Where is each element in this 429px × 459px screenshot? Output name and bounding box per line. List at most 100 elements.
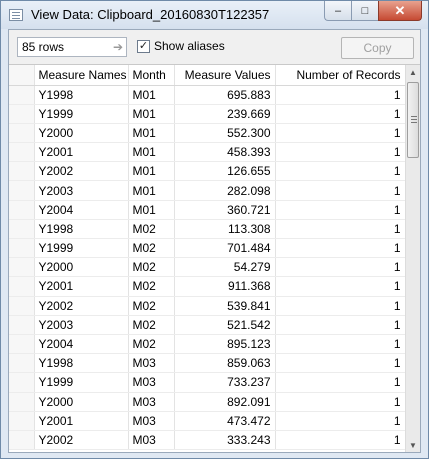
- title-bar[interactable]: View Data: Clipboard_20160830T122357 – □…: [1, 1, 428, 29]
- cell-measure-name: Y2002: [34, 161, 129, 182]
- row-selector[interactable]: [9, 411, 35, 431]
- column-header-month[interactable]: Month: [128, 65, 175, 86]
- cell-measure-value: 552.300: [174, 123, 276, 144]
- table-row[interactable]: Y2000 M03 892.091 1: [9, 392, 406, 412]
- header-row: Measure Names Month Measure Values Numbe…: [9, 65, 406, 86]
- table-row[interactable]: Y2001 M02 911.368 1: [9, 276, 406, 297]
- show-aliases-toggle[interactable]: ✓ Show aliases: [137, 39, 225, 53]
- table-row[interactable]: Y1999 M01 239.669 1: [9, 104, 406, 124]
- cell-measure-value: 333.243: [174, 430, 276, 451]
- rows-count-text: 85 rows: [22, 40, 65, 54]
- cell-measure-value: 113.308: [174, 219, 276, 240]
- cell-month: M01: [128, 200, 175, 220]
- cell-number-of-records: 1: [275, 180, 406, 201]
- row-selector[interactable]: [9, 85, 35, 105]
- table-row[interactable]: Y2003 M01 282.098 1: [9, 180, 406, 201]
- cell-month: M03: [128, 411, 175, 431]
- row-selector[interactable]: [9, 142, 35, 163]
- vertical-scrollbar[interactable]: ▲ ▼: [405, 65, 420, 452]
- row-selector[interactable]: [9, 104, 35, 124]
- column-header-measure-values[interactable]: Measure Values: [174, 65, 276, 86]
- cell-measure-name: Y2000: [34, 257, 129, 278]
- table-row[interactable]: Y2004 M01 360.721 1: [9, 200, 406, 220]
- cell-measure-value: 892.091: [174, 392, 276, 412]
- cell-number-of-records: 1: [275, 238, 406, 259]
- row-selector[interactable]: [9, 238, 35, 259]
- table-row[interactable]: Y1999 M03 733.237 1: [9, 372, 406, 393]
- close-button[interactable]: ✕: [378, 1, 422, 21]
- cell-measure-name: Y2002: [34, 430, 129, 451]
- row-selector[interactable]: [9, 334, 35, 355]
- table-row[interactable]: Y2002 M01 126.655 1: [9, 161, 406, 182]
- show-aliases-checkbox[interactable]: ✓: [137, 39, 150, 53]
- row-selector[interactable]: [9, 315, 35, 335]
- cell-number-of-records: 1: [275, 85, 406, 105]
- cell-number-of-records: 1: [275, 296, 406, 316]
- table-row[interactable]: Y1999 M02 701.484 1: [9, 238, 406, 259]
- cell-number-of-records: 1: [275, 411, 406, 431]
- scroll-up-icon[interactable]: ▲: [406, 65, 420, 80]
- table-row[interactable]: Y2004 M02 895.123 1: [9, 334, 406, 355]
- cell-month: M03: [128, 392, 175, 412]
- minimize-button[interactable]: –: [324, 1, 351, 21]
- table-row[interactable]: Y2003 M02 521.542 1: [9, 315, 406, 335]
- copy-button[interactable]: Copy: [341, 37, 414, 59]
- cell-measure-value: 126.655: [174, 161, 276, 182]
- table-row[interactable]: Y2002 M02 539.841 1: [9, 296, 406, 316]
- cell-measure-name: Y2001: [34, 411, 129, 431]
- data-table: Measure Names Month Measure Values Numbe…: [9, 65, 406, 451]
- row-selector[interactable]: [9, 353, 35, 374]
- arrow-right-icon[interactable]: ➔: [113, 40, 123, 54]
- scrollbar-thumb[interactable]: [407, 82, 419, 158]
- cell-measure-value: 911.368: [174, 276, 276, 297]
- cell-month: M02: [128, 219, 175, 240]
- cell-measure-value: 733.237: [174, 372, 276, 393]
- cell-number-of-records: 1: [275, 219, 406, 240]
- cell-month: M02: [128, 296, 175, 316]
- dialog-body: 85 rows ➔ ✓ Show aliases Copy Measure Na…: [8, 29, 421, 453]
- table-row[interactable]: Y2001 M01 458.393 1: [9, 142, 406, 163]
- table-row[interactable]: Y2001 M03 473.472 1: [9, 411, 406, 431]
- cell-measure-name: Y1998: [34, 85, 129, 105]
- table-row[interactable]: Y1998 M01 695.883 1: [9, 85, 406, 105]
- cell-month: M02: [128, 276, 175, 297]
- rows-count-field[interactable]: 85 rows ➔: [17, 37, 127, 57]
- row-selector[interactable]: [9, 180, 35, 201]
- row-selector[interactable]: [9, 257, 35, 278]
- cell-measure-name: Y2000: [34, 392, 129, 412]
- table-row[interactable]: Y1998 M02 113.308 1: [9, 219, 406, 240]
- cell-number-of-records: 1: [275, 315, 406, 335]
- row-selector-header[interactable]: [9, 65, 35, 86]
- row-selector[interactable]: [9, 161, 35, 182]
- show-aliases-label[interactable]: Show aliases: [154, 39, 225, 53]
- cell-measure-name: Y2001: [34, 276, 129, 297]
- row-selector[interactable]: [9, 123, 35, 144]
- data-grid: Measure Names Month Measure Values Numbe…: [9, 64, 420, 452]
- grip-line: [411, 119, 417, 120]
- cell-month: M01: [128, 85, 175, 105]
- column-header-number-of-records[interactable]: Number of Records: [275, 65, 406, 86]
- table-row[interactable]: Y1998 M03 859.063 1: [9, 353, 406, 374]
- row-selector[interactable]: [9, 200, 35, 220]
- row-selector[interactable]: [9, 296, 35, 316]
- cell-measure-name: Y2004: [34, 200, 129, 220]
- row-selector[interactable]: [9, 392, 35, 412]
- row-selector[interactable]: [9, 276, 35, 297]
- row-selector[interactable]: [9, 430, 35, 451]
- table-row[interactable]: Y2002 M03 333.243 1: [9, 430, 406, 451]
- cell-measure-name: Y1998: [34, 353, 129, 374]
- scroll-down-icon[interactable]: ▼: [406, 438, 420, 452]
- cell-measure-value: 360.721: [174, 200, 276, 220]
- column-header-measure-names[interactable]: Measure Names: [34, 65, 129, 86]
- maximize-button[interactable]: □: [351, 1, 378, 21]
- cell-month: M01: [128, 142, 175, 163]
- cell-number-of-records: 1: [275, 276, 406, 297]
- row-selector[interactable]: [9, 372, 35, 393]
- table-row[interactable]: Y2000 M01 552.300 1: [9, 123, 406, 144]
- table-icon: [9, 9, 23, 21]
- cell-measure-value: 521.542: [174, 315, 276, 335]
- cell-month: M02: [128, 257, 175, 278]
- table-row[interactable]: Y2000 M02 54.279 1: [9, 257, 406, 278]
- row-selector[interactable]: [9, 219, 35, 240]
- cell-number-of-records: 1: [275, 372, 406, 393]
